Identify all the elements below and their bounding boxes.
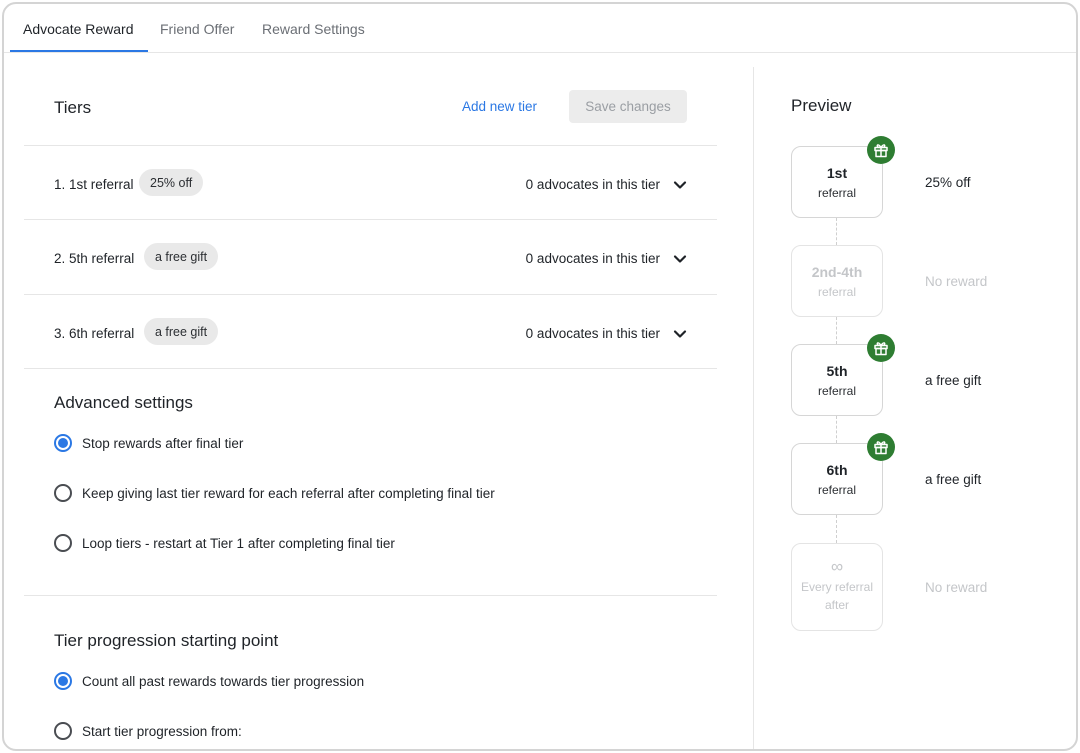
tier-label: 1. 1st referral bbox=[54, 177, 134, 192]
gift-icon bbox=[867, 136, 895, 164]
chevron-down-icon[interactable] bbox=[673, 178, 687, 192]
tier-connector bbox=[836, 515, 837, 543]
chevron-down-icon[interactable] bbox=[673, 252, 687, 266]
radio-label: Start tier progression from: bbox=[82, 723, 242, 739]
gift-icon bbox=[867, 433, 895, 461]
infinity-icon: ∞ bbox=[830, 557, 844, 576]
tab-advocate-reward[interactable]: Advocate Reward bbox=[23, 21, 134, 37]
radio-label: Stop rewards after final tier bbox=[82, 435, 244, 451]
preview-card-subtitle: referral bbox=[817, 483, 856, 497]
tier-reward-pill: 25% off bbox=[139, 169, 204, 196]
preview-card-subtitle: Every referral bbox=[800, 580, 874, 594]
tier-advocates-count: 0 advocates in this tier bbox=[525, 251, 660, 266]
tier-label: 2. 5th referral bbox=[54, 251, 135, 266]
radio-stop-rewards[interactable]: Stop rewards after final tier bbox=[54, 434, 243, 452]
tier-row: 1. 1st referral 25% off 0 advocates in t… bbox=[24, 145, 717, 219]
radio-start-progression-from[interactable]: Start tier progression from: bbox=[54, 722, 242, 740]
preview-reward-label: No reward bbox=[925, 580, 988, 595]
radio-button[interactable] bbox=[54, 722, 72, 740]
preview-card: 2nd-4th referral bbox=[791, 245, 883, 317]
radio-button[interactable] bbox=[54, 534, 72, 552]
tier-connector bbox=[836, 416, 837, 443]
chevron-down-icon[interactable] bbox=[673, 327, 687, 341]
tier-connector bbox=[836, 317, 837, 344]
add-new-tier-button[interactable]: Add new tier bbox=[462, 99, 537, 114]
tab-bar: Advocate Reward Friend Offer Reward Sett… bbox=[4, 4, 1076, 53]
tab-reward-settings[interactable]: Reward Settings bbox=[262, 21, 365, 37]
radio-loop-tiers[interactable]: Loop tiers - restart at Tier 1 after com… bbox=[54, 534, 395, 552]
preview-card-subtitle: referral bbox=[817, 384, 856, 398]
gift-icon bbox=[867, 334, 895, 362]
preview-reward-label: No reward bbox=[925, 274, 988, 289]
radio-count-past-rewards[interactable]: Count all past rewards towards tier prog… bbox=[54, 672, 364, 690]
preview-title: Preview bbox=[791, 96, 852, 115]
tier-connector bbox=[836, 218, 837, 245]
save-changes-button[interactable]: Save changes bbox=[569, 90, 687, 123]
advanced-settings-title: Advanced settings bbox=[54, 393, 193, 412]
tier-row: 2. 5th referral a free gift 0 advocates … bbox=[24, 219, 717, 293]
preview-card-title: 2nd-4th bbox=[811, 264, 863, 280]
radio-label: Keep giving last tier reward for each re… bbox=[82, 485, 495, 501]
preview-card-subtitle: referral bbox=[817, 285, 856, 299]
app-frame: Advocate Reward Friend Offer Reward Sett… bbox=[2, 2, 1078, 751]
tab-friend-offer[interactable]: Friend Offer bbox=[160, 21, 234, 37]
preview-reward-label: a free gift bbox=[925, 373, 982, 388]
tier-reward-pill: a free gift bbox=[144, 243, 219, 270]
radio-label: Loop tiers - restart at Tier 1 after com… bbox=[82, 535, 395, 551]
preview-card-title: 6th bbox=[826, 462, 848, 478]
radio-button[interactable] bbox=[54, 672, 72, 690]
tier-progression-title: Tier progression starting point bbox=[54, 631, 279, 650]
radio-keep-giving[interactable]: Keep giving last tier reward for each re… bbox=[54, 484, 495, 502]
column-divider bbox=[753, 67, 754, 749]
tier-advocates-count: 0 advocates in this tier bbox=[525, 177, 660, 192]
radio-button[interactable] bbox=[54, 434, 72, 452]
divider bbox=[24, 368, 717, 369]
tier-row: 3. 6th referral a free gift 0 advocates … bbox=[24, 294, 717, 368]
preview-card: ∞ Every referral after bbox=[791, 543, 883, 631]
radio-button[interactable] bbox=[54, 484, 72, 502]
tier-reward-pill: a free gift bbox=[144, 318, 219, 345]
tier-advocates-count: 0 advocates in this tier bbox=[525, 326, 660, 341]
tier-label: 3. 6th referral bbox=[54, 326, 135, 341]
preview-card-subtitle: after bbox=[824, 598, 849, 612]
radio-label: Count all past rewards towards tier prog… bbox=[82, 673, 365, 689]
preview-reward-label: a free gift bbox=[925, 472, 982, 487]
active-tab-indicator bbox=[10, 50, 148, 52]
preview-reward-label: 25% off bbox=[925, 175, 971, 190]
preview-card-title: 5th bbox=[826, 363, 848, 379]
divider bbox=[24, 595, 717, 596]
preview-card-title: 1st bbox=[826, 165, 848, 181]
preview-card-subtitle: referral bbox=[817, 186, 856, 200]
tiers-title: Tiers bbox=[54, 98, 92, 117]
